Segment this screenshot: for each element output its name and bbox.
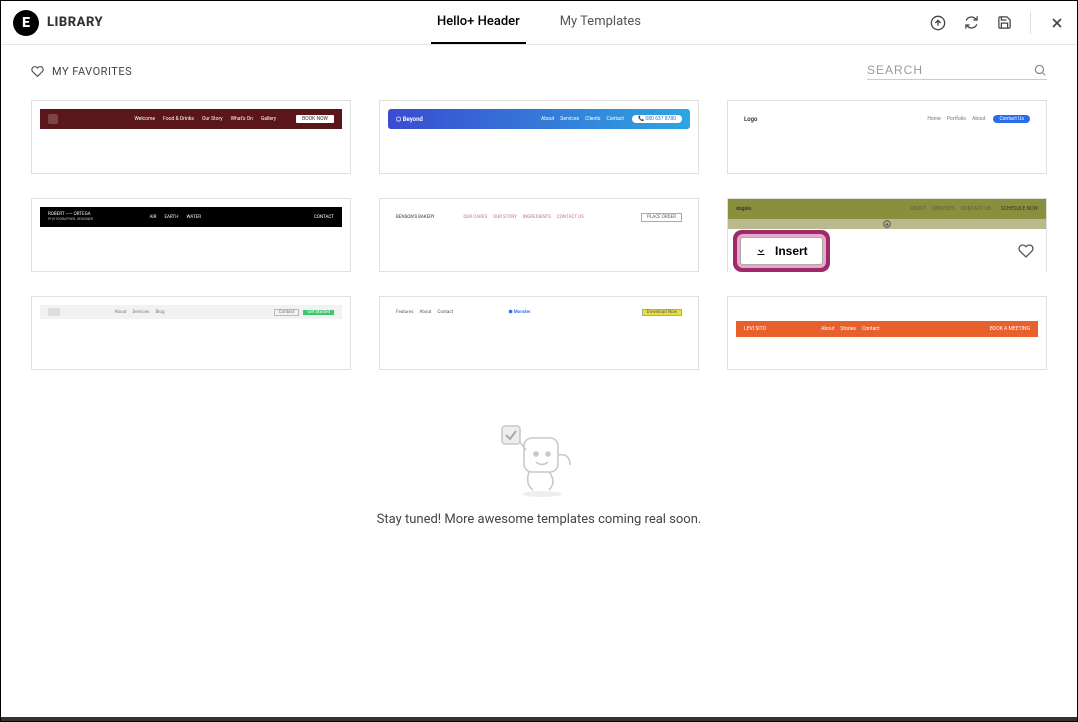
bottom-edge [1, 717, 1077, 721]
search-icon [1033, 63, 1047, 77]
template-card[interactable]: AboutServicesBlog Contact Get Started [31, 296, 351, 370]
top-bar: E LIBRARY Hello+ Header My Templates [1, 1, 1077, 45]
template-thumb: AboutServicesBlog Contact Get Started [40, 305, 342, 361]
footer-message: Stay tuned! More awesome templates comin… [1, 420, 1077, 527]
library-title: LIBRARY [47, 15, 103, 30]
template-thumb: ⬡ Beyond AboutServicesClientsContact 📞 0… [388, 109, 690, 165]
close-icon[interactable] [1049, 15, 1065, 31]
tab-my-templates[interactable]: My Templates [554, 1, 647, 44]
template-thumb: BENSON'S BAKERY OUR CAKESOUR STORYINGRED… [388, 207, 690, 263]
template-thumb: ROBERT —— ORTEGA PHOTOGRAPHER, DESIGNER … [40, 207, 342, 263]
template-card[interactable]: WelcomeFood & DrinksOur StoryWhat's OnGa… [31, 100, 351, 174]
brand: E LIBRARY [13, 10, 103, 36]
template-card[interactable]: Logo HomePortfolioAbout Contact Us [727, 100, 1047, 174]
template-thumb: FeaturesAboutContact ⬢ Monster Download … [388, 305, 690, 361]
template-thumb: dogsie. ABOUTSERVICESCONTACT US SCHEDULE… [728, 199, 1046, 229]
template-card[interactable]: ROBERT —— ORTEGA PHOTOGRAPHER, DESIGNER … [31, 198, 351, 272]
template-card[interactable]: LEVI SITO AboutStoriesContact BOOK A MEE… [727, 296, 1047, 370]
divider [1030, 12, 1031, 34]
insert-label: Insert [775, 244, 808, 258]
mascot-icon [494, 420, 584, 500]
template-card[interactable]: BENSON'S BAKERY OUR CAKESOUR STORYINGRED… [379, 198, 699, 272]
template-thumb: Logo HomePortfolioAbout Contact Us [736, 109, 1038, 165]
favorite-button[interactable] [1018, 243, 1034, 259]
sub-bar: MY FAVORITES [1, 45, 1077, 88]
sync-icon[interactable] [964, 15, 979, 30]
template-card[interactable]: ⬡ Beyond AboutServicesClientsContact 📞 0… [379, 100, 699, 174]
footer-text: Stay tuned! More awesome templates comin… [377, 512, 702, 527]
template-card[interactable]: FeaturesAboutContact ⬢ Monster Download … [379, 296, 699, 370]
insert-button[interactable]: Insert [740, 237, 823, 265]
download-icon [755, 245, 767, 257]
my-favorites-label: MY FAVORITES [52, 65, 132, 78]
template-thumb: LEVI SITO AboutStoriesContact BOOK A MEE… [736, 305, 1038, 361]
search-input[interactable] [867, 63, 1033, 77]
top-actions [930, 12, 1065, 34]
search-wrap [867, 63, 1047, 80]
tab-hello-header[interactable]: Hello+ Header [431, 1, 526, 44]
heart-icon [31, 65, 44, 78]
heart-icon [1018, 243, 1034, 259]
template-card-hovered[interactable]: dogsie. ABOUTSERVICESCONTACT US SCHEDULE… [727, 198, 1047, 272]
template-thumb: WelcomeFood & DrinksOur StoryWhat's OnGa… [40, 109, 342, 165]
chevron-down-icon [883, 220, 891, 228]
template-grid: WelcomeFood & DrinksOur StoryWhat's OnGa… [1, 88, 1077, 370]
upload-icon[interactable] [930, 15, 946, 31]
my-favorites-button[interactable]: MY FAVORITES [31, 65, 132, 78]
save-icon[interactable] [997, 15, 1012, 30]
tabs: Hello+ Header My Templates [431, 1, 647, 44]
elementor-logo-icon: E [13, 10, 39, 36]
template-hover-actions: Insert [728, 229, 1046, 273]
